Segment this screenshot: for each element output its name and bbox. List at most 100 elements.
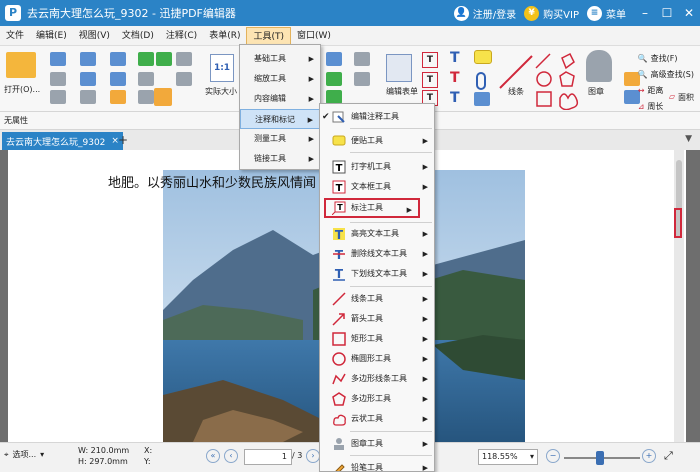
form-field-icon[interactable] — [354, 52, 370, 66]
submenu-cloud-tool[interactable]: 云状工具 ▶ — [320, 409, 434, 429]
back-icon[interactable] — [138, 52, 154, 66]
submenu-pencil-tool[interactable]: 铅笔工具 ▶ — [320, 458, 434, 471]
document-icon[interactable] — [80, 90, 96, 104]
menu-file[interactable]: 文件 — [0, 27, 30, 45]
submenu-callout-tool[interactable]: T 标注工具 ▶ — [324, 198, 420, 218]
highlight-area-icon[interactable] — [154, 88, 172, 106]
stamp-tool-icon[interactable] — [586, 50, 612, 82]
stamp-label[interactable]: 图章 — [588, 86, 604, 97]
callout-tool-icon[interactable]: T — [422, 72, 438, 88]
user-icon[interactable]: 👤 — [453, 5, 469, 21]
hand-tool-icon[interactable] — [138, 72, 154, 86]
fullscreen-icon[interactable]: ⤢ — [664, 449, 673, 463]
select-cursor-icon: ⌖ — [4, 449, 9, 459]
document-tab[interactable]: 去云南大理怎么玩_9302 × — [2, 132, 123, 150]
submenu-line-tool[interactable]: 线条工具 ▶ — [320, 289, 434, 309]
submenu-ellipse-tool[interactable]: 椭圆形工具 ▶ — [320, 349, 434, 369]
vertical-scrollbar[interactable] — [674, 150, 684, 442]
submenu-typewriter-tool[interactable]: T 打字机工具 ▶ — [320, 157, 434, 177]
snapshot-icon[interactable] — [176, 52, 192, 66]
export-icon[interactable] — [80, 72, 96, 86]
edit-form-icon[interactable] — [386, 54, 412, 82]
menu-form[interactable]: 表单(R) — [203, 27, 246, 45]
sticky-note-tool-icon[interactable] — [474, 50, 492, 64]
submenu-rectangle-tool[interactable]: 矩形工具 ▶ — [320, 329, 434, 349]
page-number-field[interactable]: 1 — [244, 449, 292, 465]
menu-measure-tools[interactable]: 测量工具 ▶ — [240, 129, 320, 149]
refresh-icon[interactable] — [326, 90, 342, 104]
zoom-slider-knob[interactable] — [596, 451, 604, 465]
line-tool-label[interactable]: 线条 — [508, 86, 524, 97]
tab-list-icon[interactable]: ▼ — [685, 134, 692, 144]
submenu-underline-tool[interactable]: T 下划线文本工具 ▶ — [320, 264, 434, 284]
menu-link-tools[interactable]: 链接工具 ▶ — [240, 149, 320, 169]
advanced-find-link[interactable]: 🔍 高级查找(S) — [638, 66, 694, 82]
properties-icon[interactable] — [50, 90, 66, 104]
first-page-button[interactable]: « — [206, 449, 220, 463]
submenu-edit-annotation-tool[interactable]: ✔ 编辑注释工具 — [320, 107, 434, 127]
submenu-arrow-tool[interactable]: 箭头工具 ▶ — [320, 309, 434, 329]
find-link[interactable]: 🔍 查找(F) — [638, 50, 694, 66]
next-page-button[interactable]: › — [306, 449, 320, 463]
submenu-highlight-text-tool[interactable]: T 高亮文本工具 ▶ — [320, 224, 434, 244]
actual-size-icon[interactable]: 1:1 — [210, 54, 234, 82]
strikethrough-tool-icon[interactable]: T — [450, 70, 460, 86]
add-tab-button[interactable]: + — [118, 133, 128, 147]
menu-icon[interactable]: ≡ — [587, 5, 602, 21]
buy-vip-link[interactable]: 购买VIP — [543, 6, 579, 21]
minimize-button[interactable]: – — [634, 6, 656, 20]
menu-basic-tools[interactable]: 基础工具 ▶ — [240, 49, 320, 69]
zoom-in-icon[interactable] — [326, 52, 342, 66]
menu-comment[interactable]: 注释(C) — [160, 27, 203, 45]
zoom-field[interactable]: 118.55% ▾ — [478, 449, 538, 465]
shape-tools-icons[interactable] — [534, 52, 594, 110]
zoom-in-button[interactable]: + — [642, 449, 656, 463]
menu-annotations-markup[interactable]: 注释和标记 ▶ — [240, 109, 320, 129]
highlight-tool-icon[interactable]: T — [450, 50, 460, 66]
login-link[interactable]: 注册/登录 — [473, 6, 516, 21]
undo-icon[interactable] — [110, 52, 126, 66]
document-text[interactable]: 地肥。以秀丽山水和少数民族风情闻 — [108, 172, 316, 191]
print-icon[interactable] — [50, 72, 66, 86]
zoom-out-button[interactable]: − — [546, 449, 560, 463]
rotate-icon[interactable] — [326, 72, 342, 86]
submenu-arrow-icon: ▶ — [406, 206, 412, 214]
open-folder-icon[interactable] — [6, 52, 36, 78]
edit-form-label[interactable]: 编辑表单 — [386, 86, 418, 97]
submenu-polyline-tool[interactable]: 多边形线条工具 ▶ — [320, 369, 434, 389]
submenu-sticky-note-tool[interactable]: 便贴工具 ▶ — [320, 131, 434, 151]
main-menu-link[interactable]: 菜单 — [606, 6, 626, 21]
menu-content-edit[interactable]: 内容编辑 ▶ — [240, 89, 320, 109]
area-tool[interactable]: ▱ 面积 — [669, 92, 694, 103]
select-text-icon[interactable] — [110, 90, 126, 104]
textbox-tool-icon[interactable]: T — [422, 52, 438, 68]
menu-edit[interactable]: 编辑(E) — [30, 27, 73, 45]
polygon-icon — [332, 392, 346, 406]
prev-page-button[interactable]: ‹ — [224, 449, 238, 463]
save-icon[interactable] — [50, 52, 66, 66]
submenu-polygon-tool[interactable]: 多边形工具 ▶ — [320, 389, 434, 409]
email-icon[interactable] — [80, 52, 96, 66]
maximize-button[interactable]: ☐ — [656, 6, 678, 20]
text-select-icon[interactable] — [176, 72, 192, 86]
open-button-label[interactable]: 打开(O)... — [4, 84, 40, 95]
menu-window[interactable]: 窗口(W) — [291, 27, 337, 45]
underline-tool-icon[interactable]: T — [450, 90, 460, 106]
sound-icon[interactable] — [474, 92, 490, 106]
menu-document[interactable]: 文档(D) — [116, 27, 160, 45]
actual-size-label[interactable]: 实际大小 — [205, 86, 237, 97]
add-field-icon[interactable] — [354, 72, 370, 86]
close-button[interactable]: ✕ — [678, 6, 700, 20]
menu-tools[interactable]: 工具(T) — [246, 26, 291, 45]
yen-icon[interactable]: ¥ — [524, 5, 540, 21]
forward-icon[interactable] — [156, 52, 172, 66]
submenu-stamp-tool[interactable]: 图章工具 ▶ — [320, 434, 434, 454]
attachment-icon[interactable] — [476, 72, 486, 90]
menu-view[interactable]: 视图(V) — [73, 27, 116, 45]
redo-icon[interactable] — [110, 72, 126, 86]
menu-zoom-tools[interactable]: 缩放工具 ▶ — [240, 69, 320, 89]
select-options[interactable]: ⌖ 选项... ▾ — [4, 449, 44, 460]
zoom-tool-icon[interactable] — [138, 90, 154, 104]
submenu-textbox-tool[interactable]: T 文本框工具 ▶ — [320, 177, 434, 197]
submenu-strikethrough-tool[interactable]: T 删除线文本工具 ▶ — [320, 244, 434, 264]
